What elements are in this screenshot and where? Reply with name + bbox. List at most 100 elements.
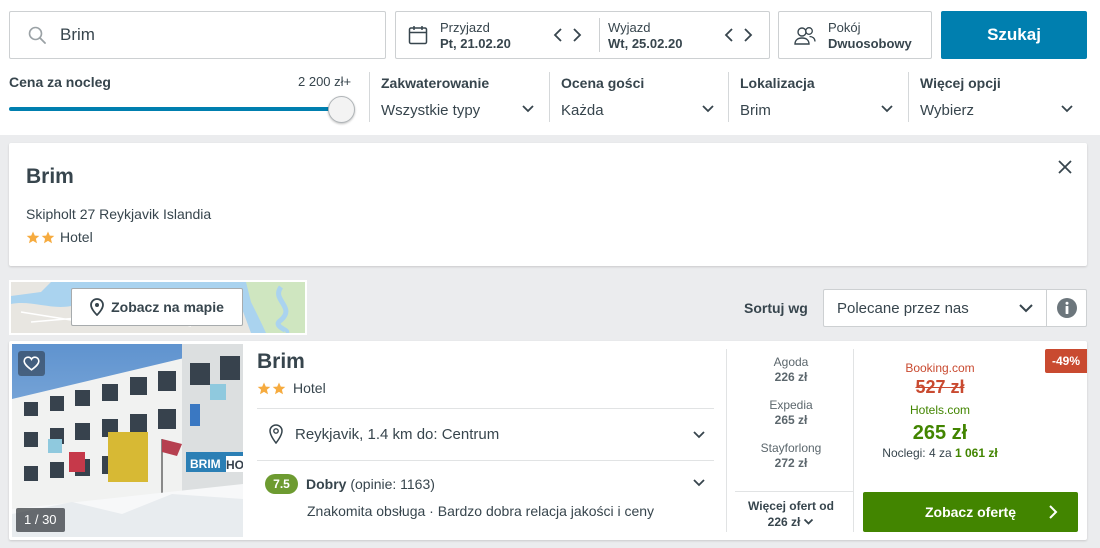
hotel-type: Hotel [257, 380, 326, 396]
rating-highlights: Znakomita obsługa · Bardzo dobra relacja… [307, 503, 655, 519]
close-button[interactable] [1057, 159, 1073, 175]
svg-text:BRIM: BRIM [190, 457, 221, 471]
original-price-site: Booking.com [905, 361, 975, 375]
close-icon [1058, 160, 1072, 174]
divider [726, 349, 727, 532]
rating-label: Dobry [306, 476, 347, 492]
filter-location[interactable]: Lokalizacja Brim [728, 72, 907, 122]
checkout-date[interactable]: Wt, 25.02.20 [608, 36, 682, 51]
more-offers-button[interactable]: Więcej ofert od 226 zł [729, 498, 853, 530]
divider [257, 460, 714, 461]
checkin-prev-button[interactable] [551, 27, 565, 43]
chevron-down-icon[interactable] [692, 478, 706, 488]
partner-price: 272 zł [774, 456, 808, 470]
hotel-info-card: Brim Skipholt 27 Reykjavik Islandia Hote… [9, 143, 1087, 266]
star-rating [257, 382, 286, 395]
checkin-label: Przyjazd [440, 20, 490, 35]
partner-name: Expedia [769, 398, 813, 412]
room-selector[interactable]: Pokój Dwuosobowy [778, 11, 932, 59]
partner-name: Agoda [773, 355, 809, 369]
price-filter-label: Cena za nocleg [9, 74, 111, 90]
filter-value: Brim [740, 102, 771, 119]
hotel-name[interactable]: Brim [257, 350, 305, 374]
search-input[interactable] [60, 23, 360, 47]
chevron-down-icon [804, 518, 814, 525]
price-slider-handle[interactable] [328, 96, 355, 123]
rating-count: (opinie: 1163) [350, 476, 435, 492]
divider [735, 491, 853, 492]
price-slider-track[interactable] [9, 107, 341, 111]
chevron-left-icon [724, 28, 733, 42]
star-icon [26, 231, 40, 243]
chevron-right-icon [744, 28, 753, 42]
discount-badge: -49% [1045, 349, 1087, 373]
filter-rating[interactable]: Ocena gości Każda [549, 72, 728, 122]
checkin-next-button[interactable] [570, 27, 584, 43]
view-on-map-button[interactable]: Zobacz na mapie [71, 288, 243, 326]
deal-price: 265 zł [912, 422, 968, 444]
search-button[interactable]: Szukaj [941, 11, 1087, 59]
chevron-down-icon [1019, 304, 1033, 313]
filter-accommodation[interactable]: Zakwaterowanie Wszystkie typy [369, 72, 548, 122]
partner-price: 226 zł [774, 370, 808, 384]
search-box[interactable] [9, 11, 386, 59]
checkout-next-button[interactable] [741, 27, 755, 43]
chevron-down-icon [881, 105, 893, 113]
chevron-down-icon [702, 105, 714, 113]
divider [853, 349, 854, 532]
deal-total-price: 1 061 zł [955, 446, 998, 460]
search-icon [28, 26, 46, 44]
deal-nights-label: Noclegi: 4 za [882, 446, 952, 460]
more-offers-label: Więcej ofert od [748, 499, 834, 513]
rating-badge: 7.5 [265, 474, 298, 494]
map-pin-icon [90, 298, 104, 316]
partner-name: Stayforlong [760, 441, 822, 455]
room-label: Pokój [828, 20, 861, 35]
view-deal-label: Zobacz ofertę [924, 504, 1016, 520]
partner-prices: Agoda 226 zł Expedia 265 zł Stayforlong … [729, 355, 853, 484]
partner-offer[interactable]: Agoda 226 zł [729, 355, 853, 398]
hotel-info-address: Skipholt 27 Reykjavik Islandia [26, 206, 212, 222]
sort-value: Polecane przez nas [837, 300, 969, 317]
view-deal-button[interactable]: Zobacz ofertę [863, 492, 1078, 532]
chevron-down-icon[interactable] [692, 430, 706, 440]
view-on-map-label: Zobacz na mapie [111, 299, 224, 315]
filter-title: Lokalizacja [740, 75, 815, 91]
deal-total: Noclegi: 4 za 1 061 zł [864, 446, 1016, 460]
heart-icon [23, 356, 40, 371]
price-filter-value: 2 200 zł+ [298, 74, 352, 89]
filter-value: Każda [561, 102, 604, 119]
svg-text:HO: HO [226, 458, 243, 472]
partner-offer[interactable]: Expedia 265 zł [729, 398, 853, 441]
sort-info-button[interactable] [1046, 289, 1087, 327]
hotel-info-title: Brim [26, 165, 74, 188]
date-divider [599, 18, 600, 52]
favorite-button[interactable] [18, 351, 45, 376]
hotel-location[interactable]: Reykjavik, 1.4 km do: Centrum [269, 424, 499, 444]
partner-price: 265 zł [774, 413, 808, 427]
best-deal[interactable]: Booking.com 527 zł Hotels.com 265 zł Noc… [864, 361, 1016, 460]
hotel-rating[interactable]: 7.5 Dobry (opinie: 1163) [265, 474, 435, 494]
chevron-right-icon [573, 28, 582, 42]
hotel-type-label: Hotel [60, 229, 93, 245]
chevron-down-icon [1061, 105, 1073, 113]
filter-more-options[interactable]: Więcej opcji Wybierz [908, 72, 1087, 122]
partner-offer[interactable]: Stayforlong 272 zł [729, 441, 853, 484]
sort-select[interactable]: Polecane przez nas [823, 289, 1047, 327]
hotel-type-label: Hotel [293, 380, 326, 396]
checkout-prev-button[interactable] [722, 27, 736, 43]
location-pin-icon [269, 424, 283, 444]
original-price: 527 zł [915, 377, 965, 397]
hotel-info-type: Hotel [26, 229, 93, 245]
star-icon [272, 382, 286, 394]
star-rating [26, 231, 55, 244]
date-picker[interactable]: Przyjazd Pt, 21.02.20 Wyjazd Wt, 25.02.2… [395, 11, 770, 59]
hotel-photo[interactable]: BRIM HO 1 / 30 [12, 344, 243, 537]
checkin-date[interactable]: Pt, 21.02.20 [440, 36, 511, 51]
filter-title: Więcej opcji [920, 75, 1001, 91]
divider [257, 408, 714, 409]
chevron-left-icon [553, 28, 562, 42]
chevron-down-icon [522, 105, 534, 113]
star-icon [41, 231, 55, 243]
room-value: Dwuosobowy [828, 36, 912, 51]
